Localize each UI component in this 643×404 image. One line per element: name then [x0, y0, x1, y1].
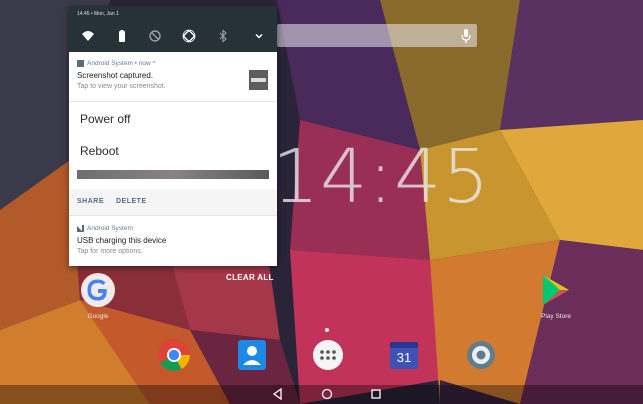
navigation-bar — [0, 385, 643, 404]
notification-app-name: Android System — [87, 225, 133, 232]
home-icon[interactable] — [320, 387, 334, 401]
notification-app-name: Android System • now ^ — [87, 60, 156, 67]
quick-settings-panel: 14:45 • Mon, Jan 1 — [69, 6, 277, 52]
chrome-icon — [158, 339, 190, 371]
android-screen: 14:45 Google Play Store 31 CLEAR ALL 14:… — [0, 0, 643, 404]
settings-app[interactable] — [465, 339, 497, 371]
screenshot-notification[interactable]: Android System • now ^ Screenshot captur… — [69, 52, 277, 102]
contacts-icon — [238, 340, 266, 370]
screenshot-thumbnail[interactable] — [249, 70, 268, 90]
page-indicator — [325, 328, 329, 332]
auto-rotate-icon[interactable] — [182, 29, 196, 43]
calendar-day: 31 — [396, 350, 412, 365]
status-time-date: 14:45 • Mon, Jan 1 — [77, 11, 119, 17]
recents-icon[interactable] — [369, 387, 383, 401]
contacts-app[interactable] — [236, 339, 268, 371]
delete-button[interactable]: DELETE — [116, 198, 147, 205]
settings-gear-icon — [467, 341, 495, 369]
notification-actions: SHARE DELETE — [69, 189, 277, 216]
notification-subtitle: Tap for more options. — [77, 248, 143, 255]
image-icon — [77, 60, 84, 67]
google-app[interactable] — [80, 272, 116, 308]
usb-notification[interactable]: Android System USB charging this device … — [69, 217, 277, 266]
notification-shade: 14:45 • Mon, Jan 1 Android System • now … — [69, 6, 277, 266]
reboot-option[interactable]: Reboot — [80, 144, 119, 158]
screenshot-preview-strip — [77, 170, 269, 179]
google-search-bar[interactable] — [277, 24, 477, 47]
share-button[interactable]: SHARE — [77, 198, 104, 205]
notification-subtitle: Tap to view your screenshot. — [77, 83, 166, 90]
expand-chevron-icon[interactable] — [252, 29, 266, 43]
google-app-label: Google — [87, 313, 109, 320]
play-store-app[interactable] — [538, 272, 574, 308]
android-icon — [77, 225, 84, 232]
notification-title: USB charging this device — [77, 236, 167, 245]
wifi-icon[interactable] — [81, 29, 95, 43]
home-clock: 14:45 — [272, 134, 491, 220]
battery-icon[interactable] — [115, 29, 129, 43]
do-not-disturb-icon[interactable] — [148, 29, 162, 43]
play-store-app-label: Play Store — [541, 313, 571, 320]
microphone-icon[interactable] — [460, 28, 472, 44]
bluetooth-icon[interactable] — [216, 29, 230, 43]
calendar-app[interactable]: 31 — [388, 339, 420, 371]
google-g-icon — [81, 273, 115, 307]
back-icon[interactable] — [271, 387, 285, 401]
app-drawer-button[interactable] — [312, 339, 344, 371]
clear-all-button[interactable]: CLEAR ALL — [226, 273, 274, 282]
power-off-option[interactable]: Power off — [80, 112, 130, 126]
play-store-icon — [543, 275, 569, 305]
notification-title: Screenshot captured. — [77, 71, 154, 80]
chrome-app[interactable] — [157, 338, 191, 372]
app-drawer-icon — [313, 340, 343, 370]
